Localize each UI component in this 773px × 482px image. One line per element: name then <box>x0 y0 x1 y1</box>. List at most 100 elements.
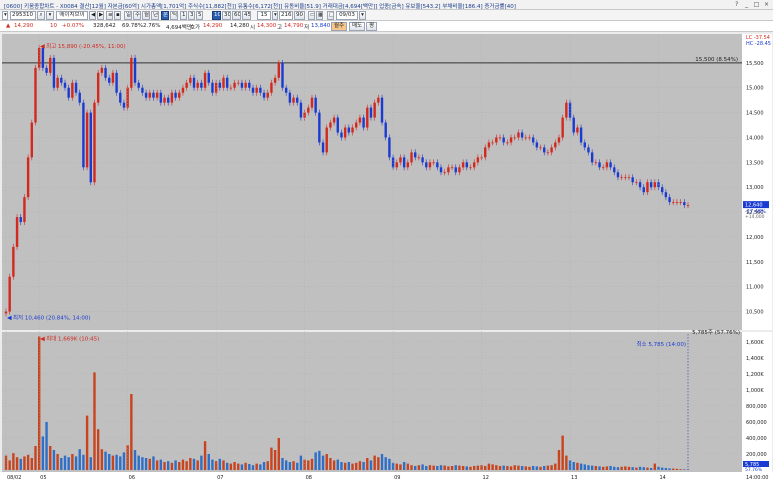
checkbox-icon[interactable]: □ <box>327 11 334 20</box>
candle-body <box>535 142 539 148</box>
tab-week[interactable]: 주 <box>133 11 141 20</box>
volume-bar <box>568 460 572 470</box>
candle-body <box>259 87 262 93</box>
interval-input[interactable]: 15 <box>257 11 271 20</box>
hc-label: HC -28.45 <box>746 41 771 47</box>
volume-bar <box>417 465 421 470</box>
candle-body <box>355 122 358 128</box>
timeframe-30[interactable]: 30 <box>222 11 231 20</box>
candle-body <box>111 72 115 83</box>
timeframe-5[interactable]: 5 <box>196 11 203 20</box>
candle-body <box>26 157 30 198</box>
volume-bar <box>410 465 413 470</box>
volume-tick-label: 800,000 <box>746 404 767 410</box>
candle-body <box>318 112 321 143</box>
candle-body <box>119 92 122 103</box>
date-input[interactable]: 09/03 <box>336 11 358 20</box>
timeframe-10[interactable]: 10 <box>212 11 221 20</box>
magnifier-icon[interactable]: ⌕ <box>37 11 45 20</box>
candle-body <box>495 137 498 143</box>
period-button[interactable]: 월주 <box>331 22 348 31</box>
dropdown-icon[interactable]: ▾ <box>46 11 54 20</box>
candle-body <box>270 82 273 93</box>
arrow-right-icon[interactable]: ▶ <box>97 11 104 20</box>
candle-body <box>189 77 192 83</box>
volume-bar <box>170 462 174 470</box>
indicator-icon[interactable]: ≡ <box>106 11 113 20</box>
volume-bar <box>281 458 284 470</box>
volume-bar <box>535 466 539 470</box>
timeframe-60[interactable]: 60 <box>232 11 241 20</box>
calendar-icon[interactable]: ▾ <box>359 11 366 20</box>
candle-body <box>23 197 26 223</box>
grid-icon[interactable]: ▦ <box>316 11 323 20</box>
candle-body <box>557 137 561 143</box>
arrow-left-icon[interactable]: ◀ <box>89 11 96 20</box>
candle-body <box>321 142 325 153</box>
tab-minute[interactable]: 분 <box>161 11 169 20</box>
candle-body <box>336 117 339 133</box>
volume-bar <box>108 454 111 470</box>
volume-bar <box>613 466 616 470</box>
tab-tick[interactable]: 틱 <box>170 11 178 20</box>
volume-bar <box>384 457 387 470</box>
timeframe-3[interactable]: 3 <box>188 11 195 20</box>
candle-body <box>89 112 92 183</box>
stock-info-bar: [0600] 키움종합차트 - X0084 결산[12월] 자본금[60억] 시… <box>0 0 773 10</box>
volume-bar <box>288 462 292 470</box>
search-icon[interactable]: ▾ <box>2 11 8 20</box>
candle-body <box>277 62 280 78</box>
count-input[interactable]: 216 <box>279 11 293 20</box>
unit-button[interactable]: 90 <box>294 11 305 20</box>
open-label: 시 <box>250 25 256 31</box>
sell-button[interactable]: 매도 <box>349 22 366 31</box>
candle-body <box>93 102 96 183</box>
avg-button[interactable]: 평 <box>366 22 378 31</box>
lock-icon[interactable]: ▪ <box>114 11 121 20</box>
quote-label: 호가 <box>190 25 201 31</box>
candle-body <box>458 167 461 173</box>
timeframe-1[interactable]: 1 <box>180 11 187 20</box>
volume-bar <box>82 454 85 470</box>
chart-area[interactable]: 15,500 (8.54%) 15,500 15,000 14,500 14,000 1… <box>0 32 773 482</box>
candle-body <box>159 92 163 103</box>
candle-body <box>96 72 100 103</box>
volume-bar <box>225 462 229 470</box>
help-button[interactable]: ? <box>733 1 740 8</box>
candle-body <box>74 82 78 93</box>
reference-line-label: 15,500 (8.54%) <box>695 57 738 63</box>
low-annotation-text: 최저 10,460 (20.84%, 14:00) <box>13 314 90 322</box>
candle-body <box>509 137 513 143</box>
maximize-button[interactable]: □ <box>753 1 760 8</box>
tab-year[interactable]: 년 <box>151 11 159 20</box>
high-label: 고 <box>277 25 283 31</box>
candle-body <box>443 172 446 174</box>
candle-body <box>513 137 516 139</box>
price-chart[interactable]: 15,500 (8.54%) 15,500 15,000 14,500 14,000 1… <box>0 32 773 482</box>
volume-bar <box>174 460 177 470</box>
candle-body <box>170 92 174 103</box>
stock-name-button[interactable]: 에이치브이 <box>56 11 88 20</box>
tab-month[interactable]: 월 <box>142 11 150 20</box>
candle-body <box>550 147 553 153</box>
minimize-button[interactable]: _ <box>743 1 750 8</box>
candle-body <box>343 127 347 138</box>
candle-body <box>609 162 612 168</box>
candle-body <box>683 202 686 206</box>
timeframe-45[interactable]: 45 <box>242 11 251 20</box>
candle-body <box>436 162 439 168</box>
candle-body <box>152 92 155 98</box>
candle-body <box>461 162 465 168</box>
time-tick-label: 08/02 <box>7 475 21 481</box>
chart-type-icon[interactable]: ▭ <box>308 11 315 20</box>
candle-body <box>686 205 690 206</box>
volume-bar <box>203 441 207 470</box>
candle-body <box>237 82 240 84</box>
stock-code-input[interactable]: 295310 <box>10 11 36 20</box>
candle-body <box>432 162 435 164</box>
volume-bar <box>653 463 657 470</box>
high-annotation: ◀ 최고 15,890 (-20.45%, 11:00) <box>40 42 125 50</box>
interval-dropdown-icon[interactable]: ▾ <box>272 11 278 20</box>
close-button[interactable]: × <box>763 1 770 8</box>
tab-day[interactable]: 일 <box>124 11 132 20</box>
